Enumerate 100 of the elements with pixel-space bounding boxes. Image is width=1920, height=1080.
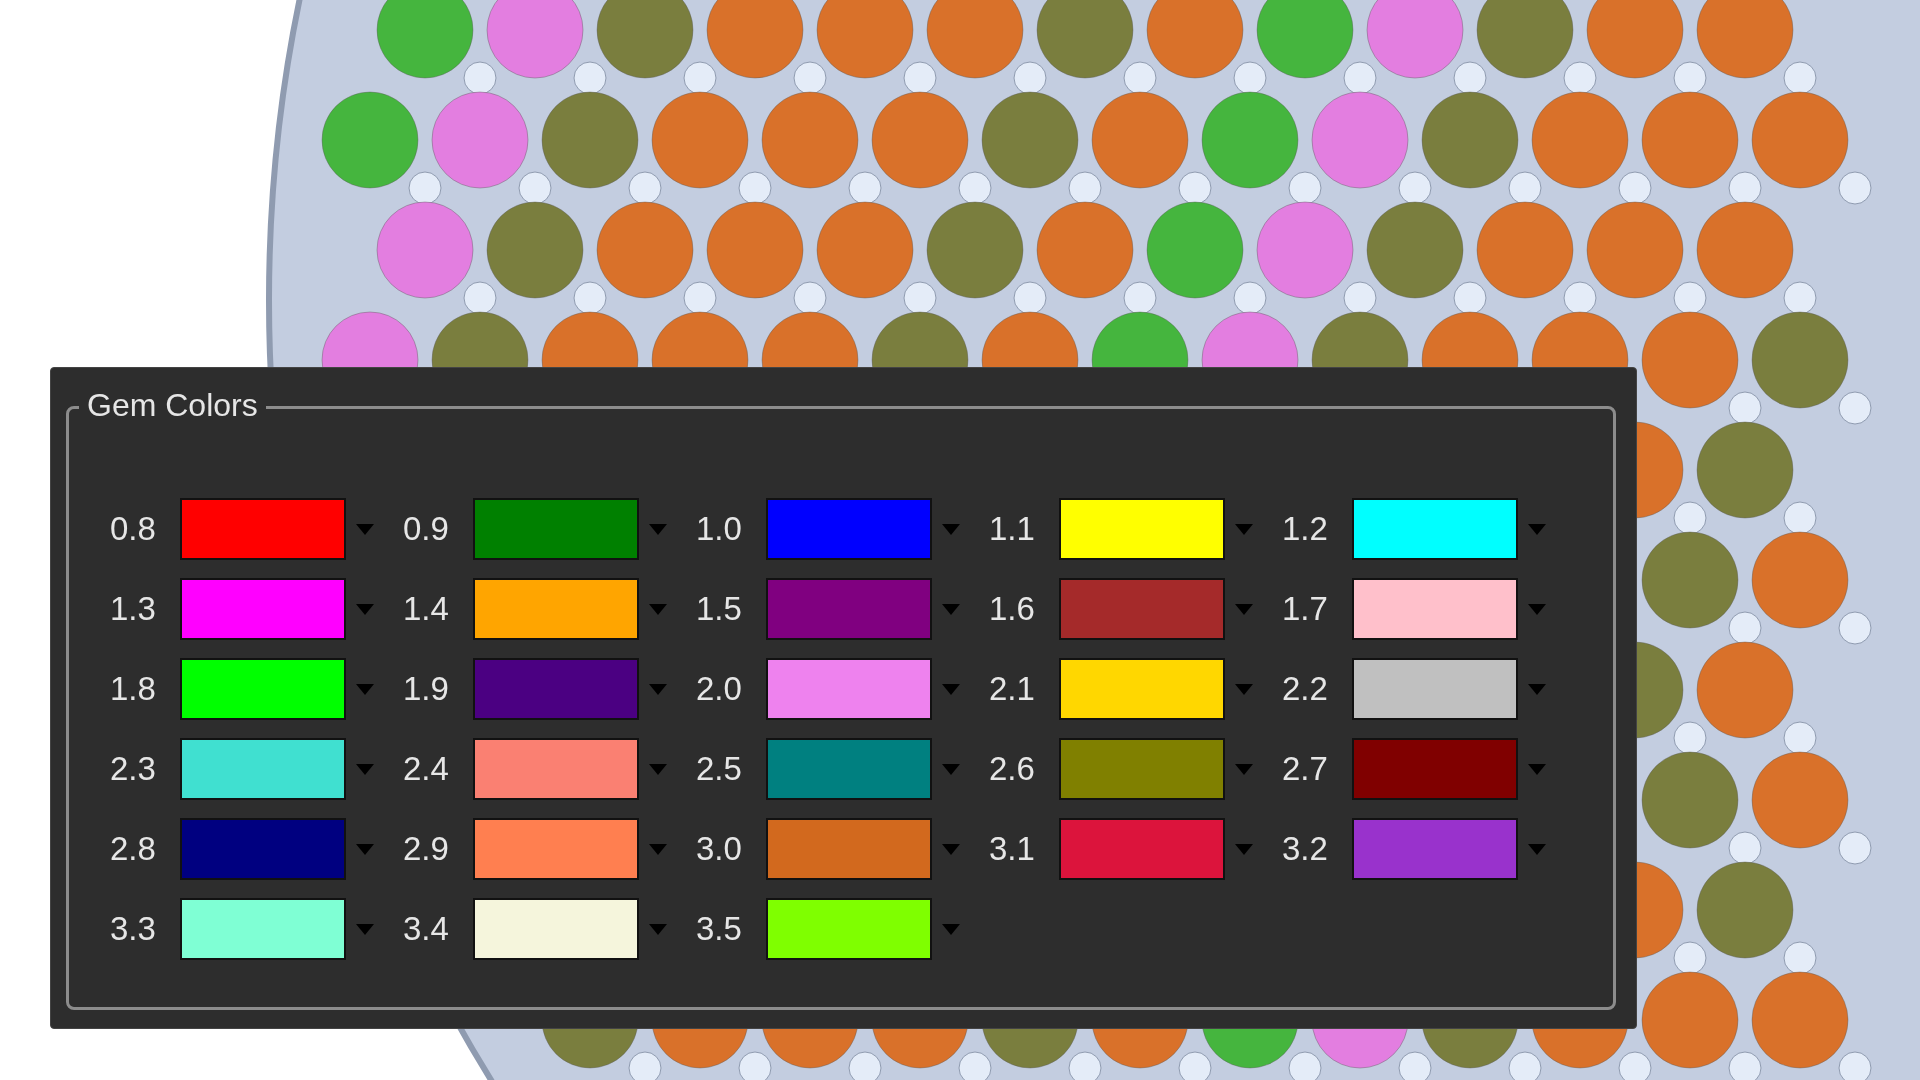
dropdown-button[interactable] — [1528, 763, 1546, 775]
caret-icon — [942, 603, 960, 615]
color-swatch[interactable] — [180, 818, 346, 880]
caret-icon — [649, 683, 667, 695]
caret-icon — [356, 603, 374, 615]
gem-size-label: 0.9 — [403, 509, 450, 550]
caret-icon — [356, 523, 374, 535]
color-swatch[interactable] — [473, 898, 639, 960]
dropdown-button[interactable] — [649, 523, 667, 535]
color-swatch[interactable] — [1352, 578, 1518, 640]
dropdown-button[interactable] — [356, 523, 374, 535]
color-swatch[interactable] — [180, 578, 346, 640]
caret-icon — [649, 523, 667, 535]
color-swatch[interactable] — [1059, 658, 1225, 720]
gem-size-label: 2.3 — [110, 749, 157, 790]
color-swatch[interactable] — [473, 738, 639, 800]
caret-icon — [1235, 843, 1253, 855]
color-swatch[interactable] — [1059, 498, 1225, 560]
color-swatch[interactable] — [1352, 818, 1518, 880]
caret-icon — [649, 603, 667, 615]
gem-size-label: 1.7 — [1282, 589, 1329, 630]
dropdown-button[interactable] — [649, 603, 667, 615]
color-swatch[interactable] — [180, 498, 346, 560]
dropdown-button[interactable] — [356, 683, 374, 695]
color-swatch[interactable] — [180, 658, 346, 720]
color-swatch[interactable] — [473, 498, 639, 560]
gem-size-label: 3.2 — [1282, 829, 1329, 870]
gem-size-label: 2.1 — [989, 669, 1036, 710]
dropdown-button[interactable] — [356, 763, 374, 775]
dropdown-button[interactable] — [1235, 603, 1253, 615]
gem-size-label: 3.3 — [110, 909, 157, 950]
caret-icon — [356, 683, 374, 695]
gem-size-label: 1.2 — [1282, 509, 1329, 550]
color-swatch[interactable] — [180, 898, 346, 960]
dropdown-button[interactable] — [1528, 843, 1546, 855]
color-swatch[interactable] — [766, 898, 932, 960]
gem-size-label: 1.6 — [989, 589, 1036, 630]
dropdown-button[interactable] — [649, 843, 667, 855]
color-swatch[interactable] — [1352, 658, 1518, 720]
color-swatch[interactable] — [766, 738, 932, 800]
color-swatch[interactable] — [1059, 578, 1225, 640]
dropdown-button[interactable] — [1528, 523, 1546, 535]
caret-icon — [649, 923, 667, 935]
color-swatch[interactable] — [766, 578, 932, 640]
color-swatch[interactable] — [766, 818, 932, 880]
color-swatch[interactable] — [1059, 738, 1225, 800]
caret-icon — [1235, 523, 1253, 535]
gem-size-label: 1.3 — [110, 589, 157, 630]
dropdown-button[interactable] — [356, 923, 374, 935]
gem-size-label: 2.6 — [989, 749, 1036, 790]
dropdown-button[interactable] — [1235, 683, 1253, 695]
color-swatch[interactable] — [1059, 818, 1225, 880]
color-swatch[interactable] — [473, 578, 639, 640]
caret-icon — [356, 763, 374, 775]
color-swatch[interactable] — [473, 818, 639, 880]
color-swatch[interactable] — [180, 738, 346, 800]
dropdown-button[interactable] — [1235, 523, 1253, 535]
dropdown-button[interactable] — [649, 923, 667, 935]
dropdown-button[interactable] — [1235, 763, 1253, 775]
caret-icon — [942, 763, 960, 775]
caret-icon — [1528, 523, 1546, 535]
gem-size-label: 3.4 — [403, 909, 450, 950]
dropdown-button[interactable] — [1528, 603, 1546, 615]
dropdown-button[interactable] — [649, 763, 667, 775]
gem-size-label: 2.9 — [403, 829, 450, 870]
dropdown-button[interactable] — [942, 603, 960, 615]
dropdown-button[interactable] — [649, 683, 667, 695]
dropdown-button[interactable] — [356, 843, 374, 855]
caret-icon — [942, 683, 960, 695]
gem-size-label: 0.8 — [110, 509, 157, 550]
gem-size-label: 2.2 — [1282, 669, 1329, 710]
gem-size-label: 2.5 — [696, 749, 743, 790]
gem-size-label: 1.5 — [696, 589, 743, 630]
caret-icon — [356, 843, 374, 855]
gem-size-label: 1.0 — [696, 509, 743, 550]
caret-icon — [1528, 603, 1546, 615]
color-swatch[interactable] — [766, 498, 932, 560]
color-swatch[interactable] — [1352, 738, 1518, 800]
caret-icon — [1235, 603, 1253, 615]
gem-size-label: 3.1 — [989, 829, 1036, 870]
caret-icon — [649, 763, 667, 775]
dropdown-button[interactable] — [942, 763, 960, 775]
dropdown-button[interactable] — [942, 843, 960, 855]
color-swatch[interactable] — [766, 658, 932, 720]
color-swatch[interactable] — [1352, 498, 1518, 560]
dropdown-button[interactable] — [356, 603, 374, 615]
dropdown-button[interactable] — [1528, 683, 1546, 695]
caret-icon — [1528, 683, 1546, 695]
dropdown-button[interactable] — [942, 523, 960, 535]
gem-size-label: 2.7 — [1282, 749, 1329, 790]
dropdown-button[interactable] — [942, 683, 960, 695]
dropdown-button[interactable] — [942, 923, 960, 935]
color-swatch[interactable] — [473, 658, 639, 720]
caret-icon — [1528, 763, 1546, 775]
caret-icon — [1235, 763, 1253, 775]
caret-icon — [356, 923, 374, 935]
gem-size-label: 1.4 — [403, 589, 450, 630]
dropdown-button[interactable] — [1235, 843, 1253, 855]
caret-icon — [942, 843, 960, 855]
gem-size-label: 2.8 — [110, 829, 157, 870]
